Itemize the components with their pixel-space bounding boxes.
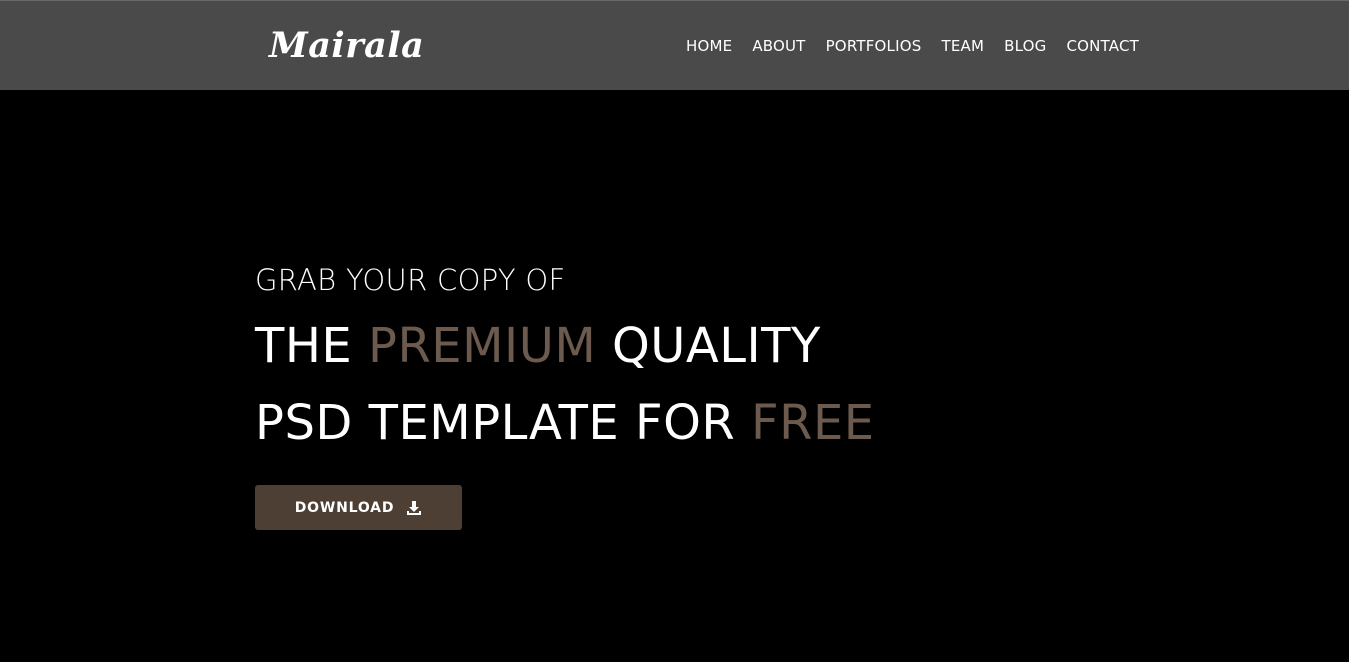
- main-nav: HOME ABOUT PORTFOLIOS TEAM BLOG CONTACT: [686, 36, 1139, 56]
- hero-headline-line-2: PSD TEMPLATE FOR FREE: [255, 394, 875, 452]
- headline-text: THE: [255, 318, 368, 374]
- nav-item-home: HOME: [686, 36, 732, 56]
- nav-item-team: TEAM: [941, 36, 984, 56]
- nav-link-home[interactable]: HOME: [686, 37, 732, 55]
- download-icon: [406, 500, 422, 516]
- nav-link-contact[interactable]: CONTACT: [1066, 37, 1139, 55]
- nav-item-portfolios: PORTFOLIOS: [826, 36, 922, 56]
- nav-link-about[interactable]: ABOUT: [752, 37, 805, 55]
- navbar: Mairala HOME ABOUT PORTFOLIOS TEAM BLOG …: [0, 0, 1349, 90]
- headline-text: PSD TEMPLATE FOR: [255, 395, 751, 451]
- nav-link-blog[interactable]: BLOG: [1004, 37, 1046, 55]
- nav-link-portfolios[interactable]: PORTFOLIOS: [826, 37, 922, 55]
- nav-item-about: ABOUT: [752, 36, 805, 56]
- headline-accent-free: FREE: [751, 395, 875, 451]
- nav-item-blog: BLOG: [1004, 36, 1046, 56]
- site-logo[interactable]: Mairala: [269, 25, 424, 67]
- nav-link-team[interactable]: TEAM: [941, 37, 984, 55]
- page: Mairala HOME ABOUT PORTFOLIOS TEAM BLOG …: [0, 0, 1349, 662]
- hero-subtitle: GRAB YOUR COPY OF: [255, 263, 566, 297]
- hero-headline-line-1: THE PREMIUM QUALITY: [255, 317, 875, 375]
- headline-text: QUALITY: [596, 318, 821, 374]
- hero-section: GRAB YOUR COPY OF THE PREMIUM QUALITY PS…: [255, 262, 875, 452]
- nav-item-contact: CONTACT: [1066, 36, 1139, 56]
- headline-accent-premium: PREMIUM: [368, 318, 597, 374]
- download-button-label: DOWNLOAD: [294, 499, 395, 516]
- download-button[interactable]: DOWNLOAD: [255, 485, 462, 530]
